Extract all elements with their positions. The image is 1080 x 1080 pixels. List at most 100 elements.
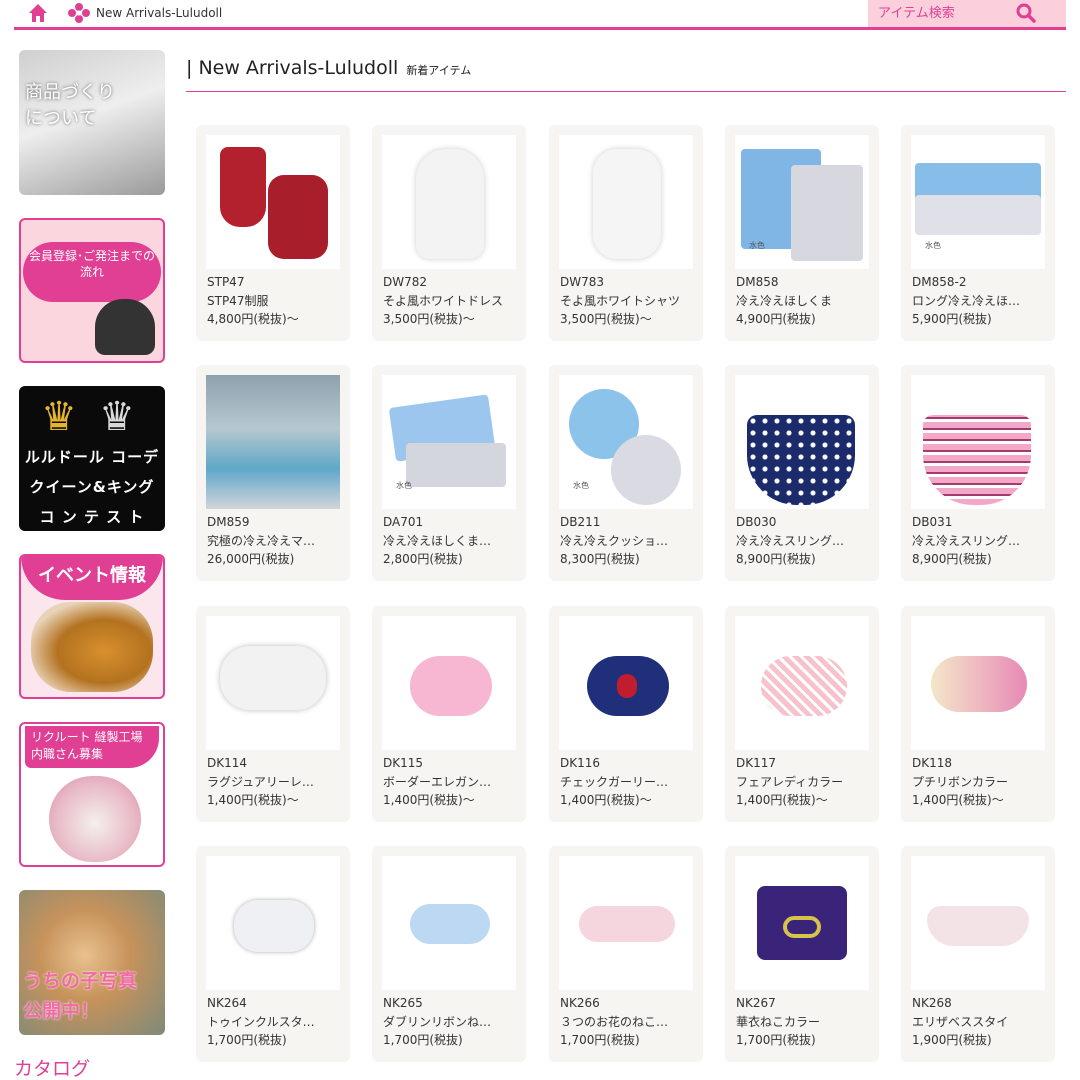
product-code: DK116 bbox=[560, 756, 601, 770]
product-name[interactable]: 冷え冷えほしくま… bbox=[383, 532, 519, 549]
home-icon[interactable] bbox=[28, 3, 48, 23]
product-image[interactable]: 水色 bbox=[911, 135, 1045, 269]
banner-event-info[interactable]: イベント情報 bbox=[19, 554, 165, 699]
product-image-shape bbox=[220, 646, 326, 710]
product-card[interactable]: DK116 チェックガーリー… 1,400円(税抜)〜 bbox=[549, 606, 703, 822]
product-image[interactable] bbox=[735, 375, 869, 509]
product-image-shape bbox=[220, 147, 266, 227]
product-price: 1,400円(税抜)〜 bbox=[207, 793, 299, 807]
product-card[interactable]: DB030 冷え冷えスリング… 8,900円(税抜) bbox=[725, 365, 879, 581]
product-image[interactable] bbox=[382, 616, 516, 750]
product-image[interactable] bbox=[559, 616, 693, 750]
product-card[interactable]: STP47 STP47制服 4,800円(税抜)〜 bbox=[196, 125, 350, 341]
product-card[interactable]: DW782 そよ風ホワイトドレス 3,500円(税抜)〜 bbox=[372, 125, 526, 341]
product-card[interactable]: DK118 プチリボンカラー 1,400円(税抜)〜 bbox=[901, 606, 1055, 822]
product-code: DK118 bbox=[912, 756, 953, 770]
product-image[interactable]: 水色 bbox=[382, 375, 516, 509]
catalog-link[interactable]: カタログ bbox=[14, 1054, 90, 1080]
product-name[interactable]: STP47制服 bbox=[207, 292, 343, 309]
product-name[interactable]: ロング冷え冷えほ… bbox=[912, 292, 1048, 309]
product-card[interactable]: 水色 DM858 冷え冷えほしくま 4,900円(税抜) bbox=[725, 125, 879, 341]
product-name[interactable]: 冷え冷えほしくま bbox=[736, 292, 872, 309]
breadcrumb[interactable]: New Arrivals-Luludoll bbox=[96, 6, 222, 20]
product-code: NK266 bbox=[560, 996, 600, 1010]
product-card[interactable]: 水色 DM858-2 ロング冷え冷えほ… 5,900円(税抜) bbox=[901, 125, 1055, 341]
gold-crown-icon: ♛ bbox=[41, 394, 77, 440]
banner-coordinate-contest[interactable]: ♛ ♛ ルルドール コーデ クイーン&キング コ ン テ ス ト bbox=[19, 386, 165, 531]
product-name[interactable]: そよ風ホワイトシャツ bbox=[560, 292, 696, 309]
product-code: NK268 bbox=[912, 996, 952, 1010]
product-image[interactable] bbox=[735, 856, 869, 990]
product-image[interactable] bbox=[911, 856, 1045, 990]
product-name[interactable]: 冷え冷えスリング… bbox=[912, 532, 1048, 549]
banner-product-making[interactable]: 商品づくり について bbox=[19, 50, 165, 195]
search-input[interactable] bbox=[878, 4, 1018, 22]
product-image[interactable] bbox=[911, 375, 1045, 509]
product-image-shape bbox=[593, 149, 661, 259]
product-name[interactable]: ３つのお花のねこ… bbox=[560, 1013, 696, 1030]
product-code: DB031 bbox=[912, 515, 953, 529]
product-image[interactable] bbox=[206, 616, 340, 750]
product-image-shape bbox=[410, 656, 492, 716]
product-image[interactable] bbox=[382, 856, 516, 990]
product-card[interactable]: DK114 ラグジュアリーレ… 1,400円(税抜)〜 bbox=[196, 606, 350, 822]
banner-recruit[interactable]: リクルート 縫製工場 内職さん募集 bbox=[19, 722, 165, 867]
top-bar: New Arrivals-Luludoll bbox=[14, 0, 1066, 30]
product-code: DW782 bbox=[383, 275, 428, 289]
product-image[interactable]: 水色 bbox=[559, 375, 693, 509]
product-card[interactable]: DM859 究極の冷え冷えマ… 26,000円(税抜) bbox=[196, 365, 350, 581]
product-name[interactable]: 華衣ねこカラー bbox=[736, 1013, 872, 1030]
product-name[interactable]: ボーダーエレガン… bbox=[383, 773, 519, 790]
product-image-shape bbox=[579, 906, 675, 942]
product-name[interactable]: トゥインクルスタ… bbox=[207, 1013, 343, 1030]
product-name[interactable]: エリザベススタイ bbox=[912, 1013, 1048, 1030]
product-price: 4,900円(税抜) bbox=[736, 312, 816, 326]
banner-pet-photos[interactable]: うちの子写真 公開中！ bbox=[19, 890, 165, 1035]
product-image-shape bbox=[406, 443, 506, 487]
product-name[interactable]: 冷え冷えクッショ… bbox=[560, 532, 696, 549]
cat-photo bbox=[95, 299, 155, 355]
product-image[interactable] bbox=[382, 135, 516, 269]
product-image[interactable] bbox=[911, 616, 1045, 750]
product-price: 4,800円(税抜)〜 bbox=[207, 312, 299, 326]
product-image[interactable] bbox=[735, 616, 869, 750]
product-name[interactable]: ラグジュアリーレ… bbox=[207, 773, 343, 790]
product-name[interactable]: フェアレディカラー bbox=[736, 773, 872, 790]
product-card[interactable]: 水色 DB211 冷え冷えクッショ… 8,300円(税抜) bbox=[549, 365, 703, 581]
product-price: 3,500円(税抜)〜 bbox=[560, 312, 652, 326]
product-card[interactable]: DK117 フェアレディカラー 1,400円(税抜)〜 bbox=[725, 606, 879, 822]
page-title-text: | New Arrivals-Luludoll bbox=[186, 57, 399, 79]
product-image[interactable] bbox=[206, 856, 340, 990]
product-card[interactable]: NK265 ダブリンリボンね… 1,700円(税抜) bbox=[372, 846, 526, 1062]
product-name[interactable]: そよ風ホワイトドレス bbox=[383, 292, 519, 309]
product-image-shape bbox=[931, 656, 1027, 712]
product-card[interactable]: DW783 そよ風ホワイトシャツ 3,500円(税抜)〜 bbox=[549, 125, 703, 341]
product-card[interactable]: NK266 ３つのお花のねこ… 1,700円(税抜) bbox=[549, 846, 703, 1062]
product-code: DB030 bbox=[736, 515, 777, 529]
page-title: | New Arrivals-Luludoll 新着アイテム bbox=[186, 57, 471, 79]
product-card[interactable]: NK264 トゥインクルスタ… 1,700円(税抜) bbox=[196, 846, 350, 1062]
product-name[interactable]: ダブリンリボンね… bbox=[383, 1013, 519, 1030]
product-price: 1,700円(税抜) bbox=[736, 1033, 816, 1047]
product-name[interactable]: 冷え冷えスリング… bbox=[736, 532, 872, 549]
product-card[interactable]: DK115 ボーダーエレガン… 1,400円(税抜)〜 bbox=[372, 606, 526, 822]
product-price: 1,700円(税抜) bbox=[560, 1033, 640, 1047]
product-image[interactable] bbox=[559, 856, 693, 990]
search-icon[interactable] bbox=[1016, 3, 1036, 23]
product-image[interactable] bbox=[559, 135, 693, 269]
product-image[interactable]: 水色 bbox=[735, 135, 869, 269]
product-card[interactable]: NK268 エリザベススタイ 1,900円(税抜) bbox=[901, 846, 1055, 1062]
product-card[interactable]: 水色 DA701 冷え冷えほしくま… 2,800円(税抜) bbox=[372, 365, 526, 581]
product-image[interactable] bbox=[206, 135, 340, 269]
product-name[interactable]: 究極の冷え冷えマ… bbox=[207, 532, 343, 549]
product-code: DM858-2 bbox=[912, 275, 967, 289]
product-name[interactable]: チェックガーリー… bbox=[560, 773, 696, 790]
product-image-shape bbox=[268, 175, 328, 259]
banner-pet-photos-text: うちの子写真 公開中！ bbox=[23, 970, 138, 1022]
product-image[interactable] bbox=[206, 375, 340, 509]
product-name[interactable]: プチリボンカラー bbox=[912, 773, 1048, 790]
product-card[interactable]: DB031 冷え冷えスリング… 8,900円(税抜) bbox=[901, 365, 1055, 581]
banner-event-info-text: イベント情報 bbox=[21, 556, 163, 600]
banner-member-registration[interactable]: 会員登録･ご発注までの 流れ bbox=[19, 218, 165, 363]
product-card[interactable]: NK267 華衣ねこカラー 1,700円(税抜) bbox=[725, 846, 879, 1062]
